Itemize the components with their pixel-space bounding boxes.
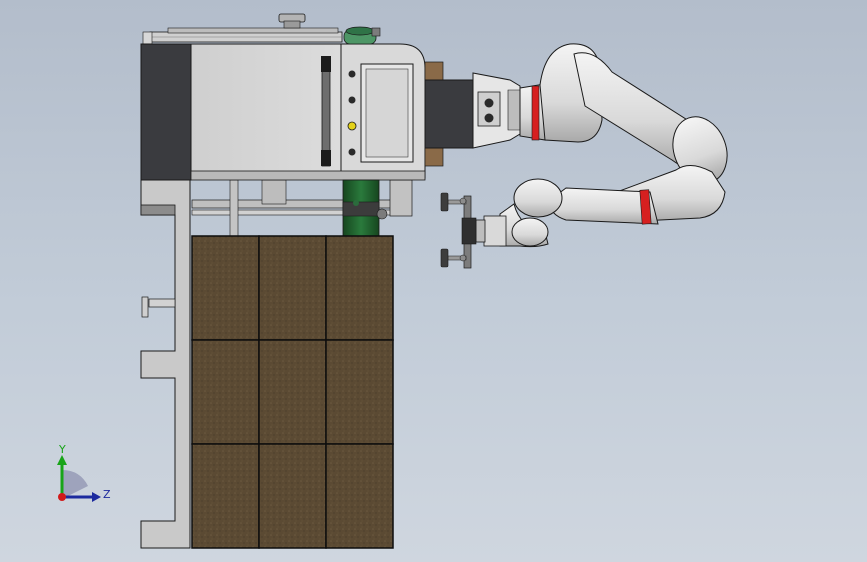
vacuum-gripper[interactable] — [440, 192, 477, 269]
suction-cup-bottom — [440, 248, 449, 268]
robotic-arm[interactable] — [472, 43, 736, 248]
cardboard-box[interactable] — [258, 339, 327, 445]
status-led — [347, 121, 357, 131]
joint-ring-1 — [531, 85, 540, 141]
cardboard-box[interactable] — [258, 443, 327, 549]
cardboard-box[interactable] — [325, 235, 394, 341]
coordinate-triad — [57, 455, 101, 502]
cardboard-box[interactable] — [191, 443, 260, 549]
indicator-light-3 — [348, 148, 356, 156]
cardboard-box[interactable] — [191, 339, 260, 445]
indicator-light-2 — [348, 96, 356, 104]
green-vertical-shaft[interactable] — [342, 179, 388, 239]
cardboard-box[interactable] — [325, 443, 394, 549]
triad-origin — [58, 493, 66, 501]
green-motor[interactable] — [343, 26, 381, 45]
z-axis-label: Z — [103, 488, 111, 501]
cardboard-box[interactable] — [191, 235, 260, 341]
cardboard-box-stack[interactable] — [191, 235, 394, 549]
y-axis-label: Y — [59, 443, 66, 456]
cardboard-box[interactable] — [258, 235, 327, 341]
cardboard-box[interactable] — [325, 339, 394, 445]
suction-cup-top — [440, 192, 449, 212]
arm-mount[interactable] — [424, 61, 474, 167]
cad-model-view[interactable] — [0, 0, 867, 562]
control-panel-screen[interactable] — [360, 63, 414, 163]
indicator-light-1 — [348, 70, 356, 78]
cad-viewport[interactable]: Y Z — [0, 0, 867, 562]
